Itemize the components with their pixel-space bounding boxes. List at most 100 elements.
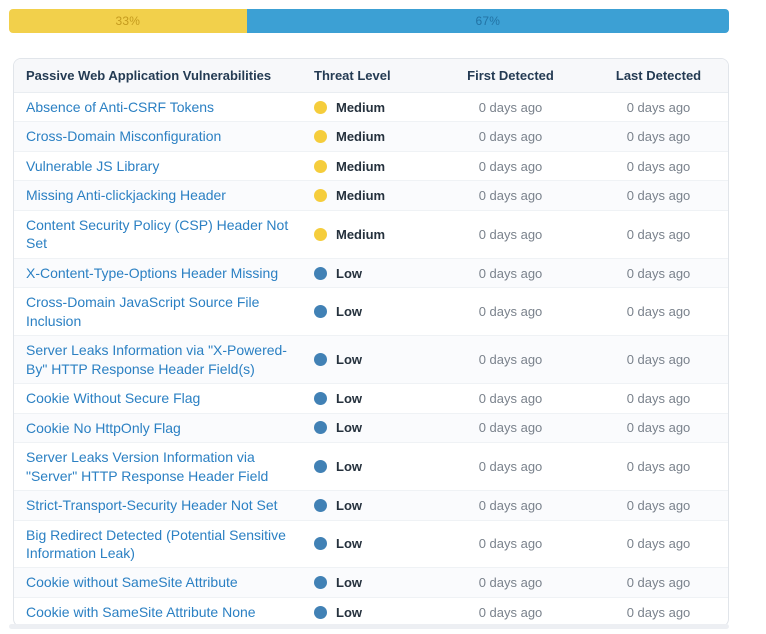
threat-level-label: Medium	[336, 129, 386, 145]
threat-level-dot-icon	[314, 460, 327, 474]
last-detected-value: 0 days ago	[626, 420, 691, 436]
progress-segment-label: 67%	[475, 14, 501, 28]
vulnerability-name-cell: Cookie without SameSite Attribute	[14, 568, 314, 596]
last-detected-value: 0 days ago	[626, 158, 691, 174]
first-detected-value: 0 days ago	[478, 390, 543, 406]
vulnerability-link[interactable]: Cookie Without Secure Flag	[26, 384, 304, 412]
column-header-threat-level: Threat Level	[314, 68, 391, 83]
first-detected-value: 0 days ago	[478, 158, 543, 174]
table-row: Cookie Without Secure Flag Low 0 days ag…	[14, 384, 728, 414]
last-detected-value: 0 days ago	[626, 575, 691, 591]
vulnerability-link[interactable]: Big Redirect Detected (Potential Sensiti…	[26, 521, 304, 568]
first-detected-value: 0 days ago	[478, 459, 543, 475]
table-row: Missing Anti-clickjacking Header Medium …	[14, 181, 728, 211]
first-detected-value: 0 days ago	[478, 352, 543, 368]
threat-level-label: Low	[336, 604, 362, 620]
vulnerability-name-cell: Content Security Policy (CSP) Header Not…	[14, 211, 314, 258]
vulnerability-link[interactable]: Content Security Policy (CSP) Header Not…	[26, 211, 304, 258]
threat-level-label: Medium	[336, 226, 386, 242]
table-row: Cookie with SameSite Attribute None Low …	[14, 598, 728, 626]
last-detected-value: 0 days ago	[626, 459, 691, 475]
table-row: Server Leaks Information via "X-Powered-…	[14, 336, 728, 385]
threat-level-label: Low	[336, 575, 362, 591]
threat-level-dot-icon	[314, 266, 327, 280]
threat-level-dot-icon	[314, 421, 327, 435]
table-row: Cross-Domain JavaScript Source File Incl…	[14, 288, 728, 337]
column-header-first-detected: First Detected	[467, 68, 554, 83]
column-header-vulnerabilities: Passive Web Application Vulnerabilities	[26, 68, 272, 83]
vulnerability-link[interactable]: Cookie with SameSite Attribute None	[26, 598, 304, 626]
progress-segment-label: 33%	[115, 14, 141, 28]
vulnerability-name-cell: Absence of Anti-CSRF Tokens	[14, 93, 314, 121]
table-row: X-Content-Type-Options Header Missing Lo…	[14, 258, 728, 289]
vulnerability-link[interactable]: Missing Anti-clickjacking Header	[26, 181, 304, 209]
threat-level-cell: Low	[314, 304, 432, 319]
vulnerability-name-cell: Big Redirect Detected (Potential Sensiti…	[14, 521, 314, 568]
vulnerability-link[interactable]: Strict-Transport-Security Header Not Set	[26, 491, 304, 519]
threat-level-cell: Medium	[314, 100, 432, 115]
vulnerability-name-cell: Missing Anti-clickjacking Header	[14, 181, 314, 209]
threat-level-label: Medium	[336, 188, 386, 204]
threat-level-cell: Low	[314, 536, 432, 551]
first-detected-value: 0 days ago	[478, 420, 543, 436]
vulnerability-link[interactable]: X-Content-Type-Options Header Missing	[26, 259, 304, 287]
last-detected-value: 0 days ago	[626, 188, 691, 204]
threat-level-cell: Low	[314, 420, 432, 435]
threat-level-dot-icon	[314, 305, 327, 319]
threat-level-dot-icon	[314, 227, 327, 241]
last-detected-value: 0 days ago	[626, 226, 691, 242]
first-detected-value: 0 days ago	[478, 226, 543, 242]
threat-level-label: Medium	[336, 158, 386, 174]
vulnerability-name-cell: Cross-Domain JavaScript Source File Incl…	[14, 288, 314, 335]
vulnerability-name-cell: X-Content-Type-Options Header Missing	[14, 259, 314, 287]
threat-level-cell: Medium	[314, 227, 432, 242]
table-row: Cross-Domain Misconfiguration Medium 0 d…	[14, 122, 728, 152]
severity-progress-bar: 33% 67%	[9, 9, 729, 33]
vulnerability-link[interactable]: Vulnerable JS Library	[26, 152, 304, 180]
threat-level-dot-icon	[314, 605, 327, 619]
threat-level-label: Low	[336, 536, 362, 552]
threat-level-dot-icon	[314, 391, 327, 405]
threat-level-dot-icon	[314, 159, 327, 173]
vulnerability-link[interactable]: Cross-Domain Misconfiguration	[26, 122, 304, 150]
vulnerability-name-cell: Cross-Domain Misconfiguration	[14, 122, 314, 150]
first-detected-value: 0 days ago	[478, 497, 543, 513]
threat-level-label: Low	[336, 304, 362, 320]
last-detected-value: 0 days ago	[626, 497, 691, 513]
threat-level-label: Low	[336, 420, 362, 436]
first-detected-value: 0 days ago	[478, 604, 543, 620]
first-detected-value: 0 days ago	[478, 575, 543, 591]
vulnerability-link[interactable]: Cookie without SameSite Attribute	[26, 568, 304, 596]
threat-level-dot-icon	[314, 537, 327, 551]
last-detected-value: 0 days ago	[626, 536, 691, 552]
threat-level-dot-icon	[314, 130, 327, 144]
vulnerability-link[interactable]: Absence of Anti-CSRF Tokens	[26, 93, 304, 121]
page: 33% 67% Passive Web Application Vulnerab…	[0, 0, 766, 634]
vulnerability-link[interactable]: Cookie No HttpOnly Flag	[26, 414, 304, 442]
vulnerability-link[interactable]: Server Leaks Information via "X-Powered-…	[26, 336, 304, 383]
threat-level-dot-icon	[314, 100, 327, 114]
first-detected-value: 0 days ago	[478, 99, 543, 115]
threat-level-dot-icon	[314, 576, 327, 590]
threat-level-dot-icon	[314, 353, 327, 367]
last-detected-value: 0 days ago	[626, 304, 691, 320]
table-row: Server Leaks Version Information via "Se…	[14, 443, 728, 492]
last-detected-value: 0 days ago	[626, 390, 691, 406]
threat-level-cell: Low	[314, 391, 432, 406]
vulnerability-name-cell: Strict-Transport-Security Header Not Set	[14, 491, 314, 519]
vulnerability-name-cell: Cookie with SameSite Attribute None	[14, 598, 314, 626]
last-detected-value: 0 days ago	[626, 99, 691, 115]
first-detected-value: 0 days ago	[478, 536, 543, 552]
progress-segment-low: 67%	[246, 9, 729, 33]
vulnerability-link[interactable]: Server Leaks Version Information via "Se…	[26, 443, 304, 490]
vulnerability-name-cell: Server Leaks Information via "X-Powered-…	[14, 336, 314, 383]
table-row: Strict-Transport-Security Header Not Set…	[14, 491, 728, 521]
vulnerability-name-cell: Vulnerable JS Library	[14, 152, 314, 180]
threat-level-cell: Low	[314, 266, 432, 281]
vulnerability-link[interactable]: Cross-Domain JavaScript Source File Incl…	[26, 288, 304, 335]
threat-level-cell: Low	[314, 575, 432, 590]
table-row: Cookie No HttpOnly Flag Low 0 days ago 0…	[14, 413, 728, 444]
threat-level-cell: Low	[314, 352, 432, 367]
threat-level-dot-icon	[314, 498, 327, 512]
threat-level-cell: Medium	[314, 159, 432, 174]
